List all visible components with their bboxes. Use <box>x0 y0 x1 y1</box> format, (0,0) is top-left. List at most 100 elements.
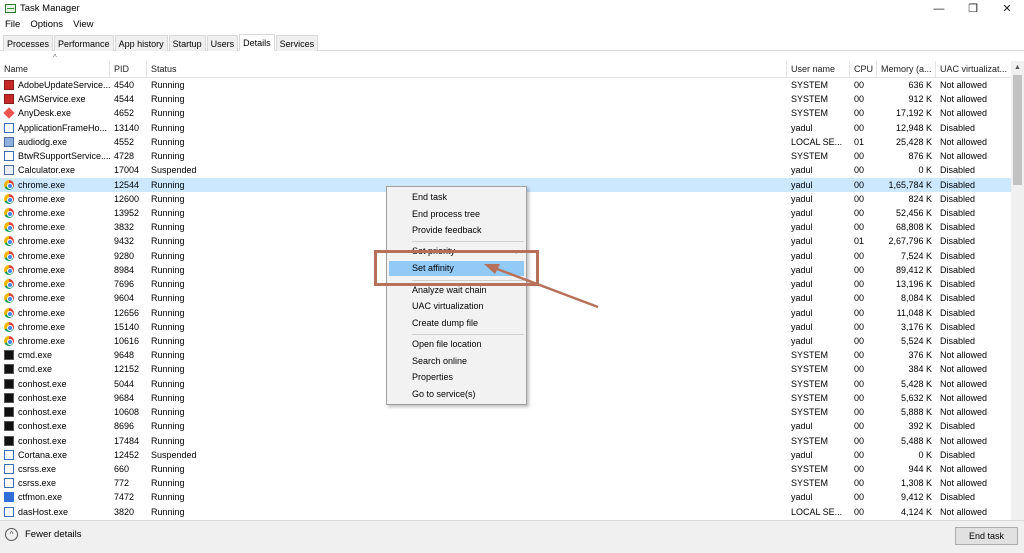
chrome-icon <box>4 279 14 290</box>
cell-name: AGMService.exe <box>18 94 86 105</box>
column-header-uac[interactable]: UAC virtualizat... <box>936 61 1011 78</box>
table-row[interactable]: Calculator.exe 17004 Suspended yadul 00 0 K Di… <box>0 163 1011 177</box>
menu-file[interactable]: File <box>0 19 25 30</box>
table-row[interactable]: AGMService.exe 4544 Running SYSTEM 00 912 K No… <box>0 92 1011 106</box>
column-header-memory[interactable]: Memory (a... <box>877 61 936 78</box>
cell-uac: Disabled <box>940 222 976 233</box>
tab-startup[interactable]: Startup <box>168 35 206 51</box>
column-header-cpu[interactable]: CPU <box>850 61 877 78</box>
window-icon <box>4 506 14 517</box>
menu-end-process-tree[interactable]: End process tree <box>387 207 526 222</box>
menu-properties[interactable]: Properties <box>387 370 526 385</box>
status-footer: ^ Fewer details End task <box>0 520 1024 553</box>
column-header-pid[interactable]: PID <box>110 61 147 78</box>
cell-status: Running <box>151 122 185 133</box>
cell-name: BtwRSupportService.... <box>18 151 110 162</box>
table-row[interactable]: BtwRSupportService.... 4728 Running SYSTEM 0… <box>0 149 1011 163</box>
fewer-details-button[interactable]: ^ Fewer details <box>5 528 82 541</box>
table-row[interactable]: conhost.exe 17484 Running SYSTEM 00 5,488 K No… <box>0 434 1011 448</box>
column-header-user[interactable]: User name <box>787 61 850 78</box>
cell-memory: 8,084 K <box>900 293 932 304</box>
cell-memory: 2,67,796 K <box>888 236 932 247</box>
cell-user: SYSTEM <box>791 350 829 361</box>
cell-pid: 12544 <box>114 179 140 190</box>
cell-uac: Not allowed <box>940 94 988 105</box>
menu-options[interactable]: Options <box>25 19 68 30</box>
chrome-icon <box>4 335 14 346</box>
table-row[interactable]: conhost.exe 8696 Running yadul 00 392 K Disabl… <box>0 419 1011 433</box>
menu-end-task[interactable]: End task <box>387 190 526 205</box>
tab-details[interactable]: Details <box>239 34 275 51</box>
cell-pid: 17004 <box>114 165 140 176</box>
chrome-icon <box>4 193 14 204</box>
cell-user: yadul <box>791 492 813 503</box>
cell-name: chrome.exe <box>18 335 66 346</box>
cell-uac: Not allowed <box>940 378 988 389</box>
cell-uac: Disabled <box>940 335 976 346</box>
vertical-scrollbar[interactable]: ▲ <box>1011 61 1024 520</box>
table-row[interactable]: audiodg.exe 4552 Running LOCAL SE... 01 25,42… <box>0 135 1011 149</box>
cell-uac: Not allowed <box>940 463 988 474</box>
cell-cpu: 00 <box>854 463 865 474</box>
cell-pid: 9604 <box>114 293 135 304</box>
menu-view[interactable]: View <box>68 19 98 30</box>
tab-app-history[interactable]: App history <box>114 35 168 51</box>
table-row[interactable]: AnyDesk.exe 4652 Running SYSTEM 00 17,192 K No… <box>0 106 1011 120</box>
column-header-name[interactable]: Name <box>0 61 110 78</box>
cell-pid: 13952 <box>114 207 140 218</box>
scroll-thumb[interactable] <box>1013 75 1022 185</box>
table-row[interactable]: AdobeUpdateService... 4540 Running SYSTEM 00… <box>0 78 1011 92</box>
cell-pid: 15140 <box>114 321 140 332</box>
cell-name: conhost.exe <box>18 407 67 418</box>
menu-search-online[interactable]: Search online <box>387 354 526 369</box>
cell-name: Calculator.exe <box>18 165 76 176</box>
cell-status: Running <box>151 94 185 105</box>
tab-services[interactable]: Services <box>275 35 319 51</box>
chrome-icon <box>4 222 14 233</box>
minimize-button[interactable]: — <box>922 0 956 17</box>
cell-memory: 944 K <box>908 463 932 474</box>
table-row[interactable]: Cortana.exe 12452 Suspended yadul 00 0 K Disab… <box>0 448 1011 462</box>
menu-go-to-services[interactable]: Go to service(s) <box>387 387 526 402</box>
menu-create-dump-file[interactable]: Create dump file <box>387 316 526 331</box>
table-row[interactable]: csrss.exe 772 Running SYSTEM 00 1,308 K Not al… <box>0 476 1011 490</box>
cell-cpu: 00 <box>854 378 865 389</box>
cell-memory: 392 K <box>908 421 932 432</box>
table-row[interactable]: conhost.exe 10608 Running SYSTEM 00 5,888 K No… <box>0 405 1011 419</box>
cell-name: chrome.exe <box>18 236 66 247</box>
cell-user: SYSTEM <box>791 378 829 389</box>
cell-uac: Not allowed <box>940 392 988 403</box>
cell-user: yadul <box>791 279 813 290</box>
cell-status: Running <box>151 136 185 147</box>
cell-memory: 89,412 K <box>895 264 932 275</box>
menu-provide-feedback[interactable]: Provide feedback <box>387 223 526 238</box>
end-task-button[interactable]: End task <box>955 527 1018 545</box>
annotation-arrow <box>484 264 599 309</box>
table-row[interactable]: csrss.exe 660 Running SYSTEM 00 944 K Not allo… <box>0 462 1011 476</box>
cell-cpu: 01 <box>854 236 865 247</box>
close-button[interactable]: ✕ <box>990 0 1024 17</box>
cell-pid: 3820 <box>114 506 135 517</box>
tab-processes[interactable]: Processes <box>3 35 54 51</box>
cell-memory: 824 K <box>908 193 932 204</box>
cell-user: SYSTEM <box>791 80 829 90</box>
column-header-status[interactable]: Status <box>147 61 787 78</box>
tab-performance[interactable]: Performance <box>54 35 114 51</box>
table-row[interactable]: dasHost.exe 3820 Running LOCAL SE... 00 4,124… <box>0 505 1011 519</box>
cell-memory: 3,176 K <box>900 321 932 332</box>
table-row[interactable]: ctfmon.exe 7472 Running yadul 00 9,412 K Disab… <box>0 490 1011 504</box>
cell-pid: 12656 <box>114 307 140 318</box>
chrome-icon <box>4 307 14 318</box>
cell-user: yadul <box>791 293 813 304</box>
window-icon <box>4 151 14 162</box>
cell-user: yadul <box>791 321 813 332</box>
cell-cpu: 00 <box>854 193 865 204</box>
scroll-up-icon[interactable]: ▲ <box>1011 61 1024 74</box>
menu-open-file-location[interactable]: Open file location <box>387 337 526 352</box>
cell-status: Suspended <box>151 165 197 176</box>
cell-pid: 4728 <box>114 151 135 162</box>
cell-pid: 9648 <box>114 350 135 361</box>
tab-users[interactable]: Users <box>206 35 239 51</box>
maximize-button[interactable]: ❐ <box>956 0 990 17</box>
table-row[interactable]: ApplicationFrameHo... 13140 Running yadul 00… <box>0 121 1011 135</box>
